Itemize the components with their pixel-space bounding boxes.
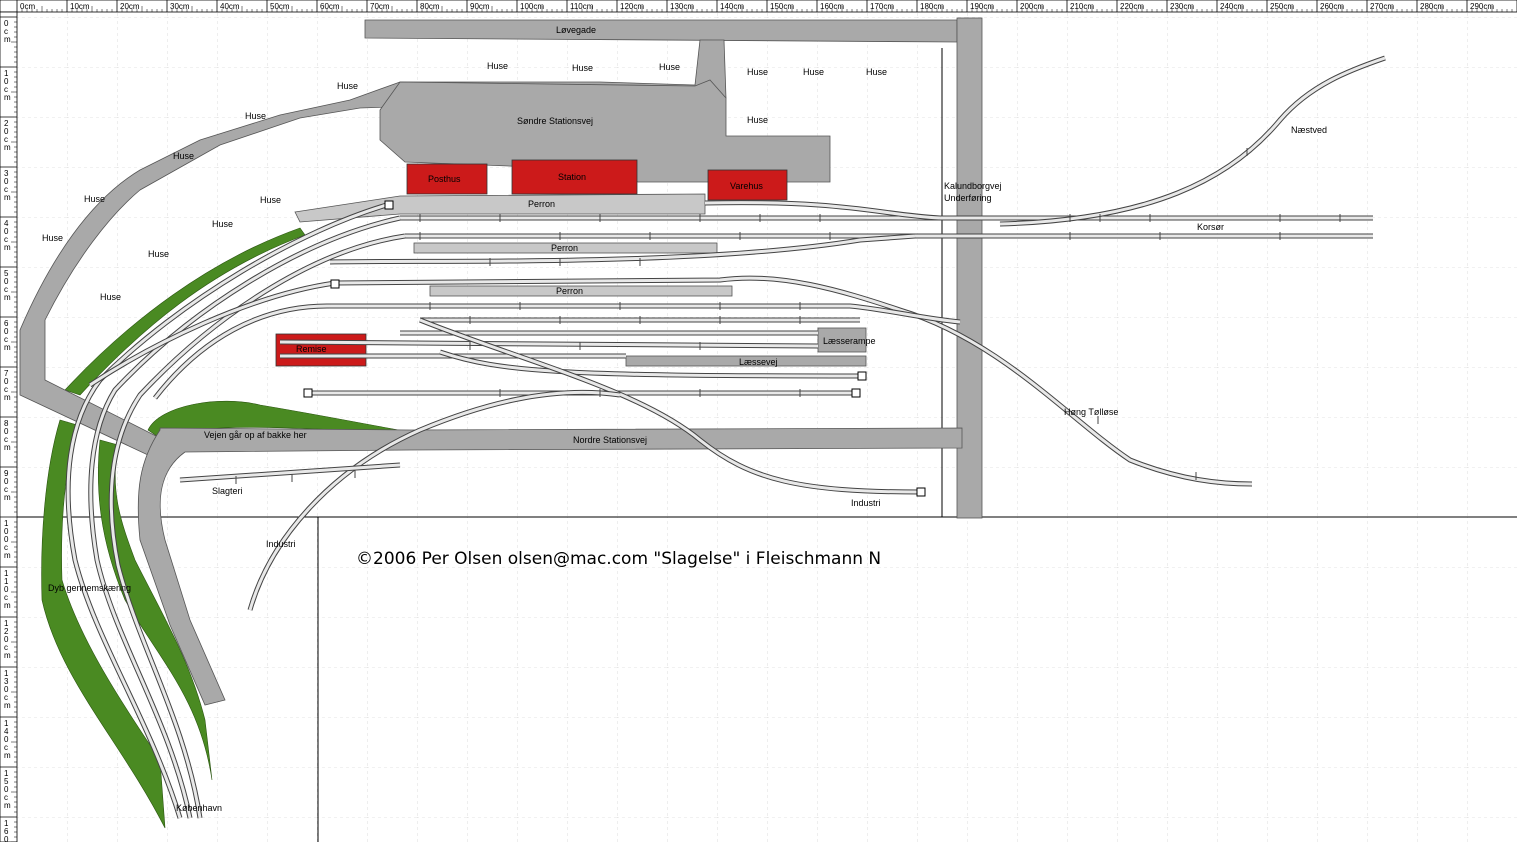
label-huse: Huse bbox=[84, 194, 105, 204]
label-huse: Huse bbox=[100, 292, 121, 302]
label-kalundborgvej: Kalundborgvej bbox=[944, 181, 1002, 191]
top-ruler-label: 180cm bbox=[920, 2, 944, 11]
label-kobenhavn: København bbox=[176, 803, 222, 813]
label-vejen: Vejen går op af bakke her bbox=[204, 430, 307, 440]
top-ruler-label: 260cm bbox=[1320, 2, 1344, 11]
top-ruler-label: 240cm bbox=[1220, 2, 1244, 11]
label-perron-1: Perron bbox=[528, 199, 555, 209]
label-korsor: Korsør bbox=[1197, 222, 1224, 232]
top-ruler-label: 130cm bbox=[670, 2, 694, 11]
top-ruler-label: 10cm bbox=[70, 2, 90, 11]
label-dyb-gennemskaering: Dyb gennemskæring bbox=[48, 583, 131, 593]
top-ruler-label: 0cm bbox=[20, 2, 35, 11]
top-ruler-label: 50cm bbox=[270, 2, 290, 11]
label-hong-tollose: Høng Tølløse bbox=[1064, 407, 1118, 417]
label-sondre-stationsvej: Søndre Stationsvej bbox=[517, 116, 593, 126]
label-huse: Huse bbox=[659, 62, 680, 72]
top-ruler-label: 150cm bbox=[770, 2, 794, 11]
label-industri-2: Industri bbox=[266, 539, 296, 549]
top-ruler-label: 80cm bbox=[420, 2, 440, 11]
label-huse: Huse bbox=[572, 63, 593, 73]
top-ruler-label: 60cm bbox=[320, 2, 340, 11]
top-ruler-label: 140cm bbox=[720, 2, 744, 11]
label-huse: Huse bbox=[245, 111, 266, 121]
top-ruler-label: 270cm bbox=[1370, 2, 1394, 11]
top-ruler-label: 280cm bbox=[1420, 2, 1444, 11]
top-ruler-label: 160cm bbox=[820, 2, 844, 11]
top-ruler-label: 70cm bbox=[370, 2, 390, 11]
label-huse: Huse bbox=[747, 115, 768, 125]
label-remise: Remise bbox=[296, 344, 327, 354]
copyright-text: ©2006 Per Olsen olsen@mac.com "Slagelse"… bbox=[356, 549, 881, 569]
label-huse: Huse bbox=[487, 61, 508, 71]
label-perron-2: Perron bbox=[551, 243, 578, 253]
top-ruler-label: 40cm bbox=[220, 2, 240, 11]
label-station: Station bbox=[558, 172, 586, 182]
top-ruler-label: 200cm bbox=[1020, 2, 1044, 11]
label-naestved: Næstved bbox=[1291, 125, 1327, 135]
label-huse: Huse bbox=[337, 81, 358, 91]
top-ruler-label: 210cm bbox=[1070, 2, 1094, 11]
label-huse: Huse bbox=[866, 67, 887, 77]
road-lovegade bbox=[364, 19, 958, 43]
top-ruler: 0cm 10cm 20cm 30cm 40cm 50cm 60cm 70cm 80cm 90cm 1… bbox=[0, 0, 1517, 13]
label-huse: Huse bbox=[260, 195, 281, 205]
label-perron-3: Perron bbox=[556, 286, 583, 296]
top-ruler-label: 100cm bbox=[520, 2, 544, 11]
label-huse: Huse bbox=[42, 233, 63, 243]
label-huse: Huse bbox=[148, 249, 169, 259]
top-ruler-label: 230cm bbox=[1170, 2, 1194, 11]
track-plan-canvas: 0cm 10cm 20cm 30cm 40cm 50cm 60cm 70cm 80cm 90cm 1… bbox=[0, 0, 1517, 842]
label-huse: Huse bbox=[173, 151, 194, 161]
label-industri-1: Industri bbox=[851, 498, 881, 508]
label-lovegade: Løvegade bbox=[556, 25, 596, 35]
label-nordre-stationsvej: Nordre Stationsvej bbox=[573, 435, 647, 445]
label-laessevej: Læssevej bbox=[739, 357, 778, 367]
left-ruler: 0 c m1 0 c m2 0 c m3 0 c m4 0 c m5 0 c m6 0 c m7 0 c m8 0 c m9 0 c m1… bbox=[0, 11, 18, 842]
top-ruler-label: 220cm bbox=[1120, 2, 1144, 11]
top-ruler-label: 190cm bbox=[970, 2, 994, 11]
top-ruler-label: 250cm bbox=[1270, 2, 1294, 11]
label-varehus: Varehus bbox=[730, 181, 763, 191]
top-ruler-label: 290cm bbox=[1470, 2, 1494, 11]
label-slagteri: Slagteri bbox=[212, 486, 243, 496]
label-posthus: Posthus bbox=[428, 174, 461, 184]
label-laesserampe: Læsserampe bbox=[823, 336, 876, 346]
label-huse: Huse bbox=[747, 67, 768, 77]
top-ruler-label: 30cm bbox=[170, 2, 190, 11]
label-underforing: Underføring bbox=[944, 193, 992, 203]
top-ruler-label: 120cm bbox=[620, 2, 644, 11]
top-ruler-label: 20cm bbox=[120, 2, 140, 11]
top-ruler-label: 170cm bbox=[870, 2, 894, 11]
top-ruler-label: 90cm bbox=[470, 2, 490, 11]
label-huse: Huse bbox=[803, 67, 824, 77]
top-ruler-label: 110cm bbox=[570, 2, 594, 11]
label-huse: Huse bbox=[212, 219, 233, 229]
